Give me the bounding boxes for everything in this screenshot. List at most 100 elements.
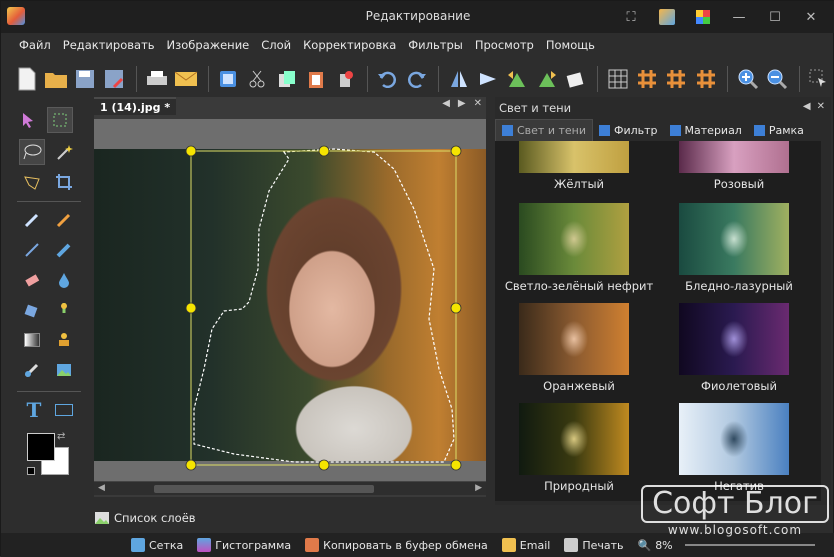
title-bar: Редактирование ⛶ — ☐ ✕ <box>1 1 834 33</box>
zoom-in-icon[interactable] <box>734 64 761 94</box>
effect-natural[interactable]: Природный <box>495 403 663 501</box>
tab-label: Рамка <box>768 123 804 137</box>
pen-tool-icon[interactable] <box>19 207 45 233</box>
tab-next-icon[interactable]: ▶ <box>458 98 466 109</box>
rotate-left-icon[interactable] <box>504 64 531 94</box>
email-button[interactable]: Email <box>501 538 550 552</box>
effect-label: Жёлтый <box>553 177 605 191</box>
apps-grid-icon[interactable] <box>685 5 721 29</box>
menu-file[interactable]: Файл <box>13 35 57 57</box>
tab-prev-icon[interactable]: ◀ <box>442 98 450 109</box>
panel-menu-icon[interactable]: ◀ <box>803 101 811 112</box>
zoom-out-icon[interactable] <box>764 64 791 94</box>
lasso-tool-icon[interactable] <box>19 139 45 165</box>
stamp-tool-icon[interactable] <box>51 327 77 353</box>
shape-rect-tool-icon[interactable] <box>51 397 77 423</box>
open-folder-icon[interactable] <box>42 64 69 94</box>
rotate-right-icon[interactable] <box>533 64 560 94</box>
rect-select-tool-icon[interactable] <box>47 107 73 133</box>
document-tab[interactable]: 1 (14).jpg * <box>94 97 177 115</box>
effect-label: Розовый <box>713 177 765 191</box>
menu-edit[interactable]: Редактировать <box>57 35 161 57</box>
save-icon[interactable] <box>72 64 99 94</box>
fill-bucket-tool-icon[interactable] <box>19 297 45 323</box>
skin-icon[interactable] <box>649 5 685 29</box>
maximize-button[interactable]: ☐ <box>757 5 793 29</box>
pointer-select-icon[interactable] <box>806 64 833 94</box>
cut-icon[interactable] <box>244 64 271 94</box>
effect-label: Природный <box>544 479 614 493</box>
crop-tool-icon[interactable] <box>51 169 77 195</box>
scroll-left-icon[interactable]: ◀ <box>98 483 105 493</box>
grid-toggle[interactable]: Сетка <box>131 538 183 552</box>
histogram-button[interactable]: Гистограмма <box>197 538 291 552</box>
tab-material-icon <box>669 124 681 136</box>
resize-icon[interactable] <box>562 64 589 94</box>
flip-horizontal-icon[interactable] <box>445 64 472 94</box>
grid-icon[interactable] <box>604 64 631 94</box>
tab-frame[interactable]: Рамка <box>748 119 810 141</box>
print-icon[interactable] <box>143 64 170 94</box>
swap-colors-icon[interactable]: ⇄ <box>57 431 65 442</box>
tab-label: Материал <box>684 123 742 137</box>
grid-orange-icon[interactable] <box>634 64 661 94</box>
menu-help[interactable]: Помощь <box>540 35 601 57</box>
clone-stamp-tool-icon[interactable] <box>51 297 77 323</box>
undo-icon[interactable] <box>374 64 401 94</box>
delete-icon[interactable] <box>331 64 358 94</box>
effect-pale-azure[interactable]: Бледно-лазурный <box>655 203 823 303</box>
tab-material[interactable]: Материал <box>664 119 748 141</box>
eraser-tool-icon[interactable] <box>19 267 45 293</box>
paste-icon[interactable] <box>302 64 329 94</box>
line-tool-icon[interactable] <box>19 237 45 263</box>
image-canvas[interactable] <box>94 119 486 481</box>
tab-close-icon[interactable]: ✕ <box>474 98 482 109</box>
save-as-icon[interactable] <box>101 64 128 94</box>
copy-clipboard-button[interactable]: Копировать в буфер обмена <box>305 538 488 552</box>
pointer-tool-icon[interactable] <box>15 107 41 133</box>
effect-label: Бледно-лазурный <box>685 279 793 293</box>
grid-orange-2-icon[interactable] <box>663 64 690 94</box>
layers-icon[interactable] <box>214 64 241 94</box>
copy-icon[interactable] <box>273 64 300 94</box>
effect-thumbnail <box>519 203 629 275</box>
brush-tool-icon[interactable] <box>51 237 77 263</box>
image-insert-tool-icon[interactable] <box>51 357 77 383</box>
menu-view[interactable]: Просмотр <box>469 35 540 57</box>
effect-violet[interactable]: Фиолетовый <box>655 303 823 403</box>
reset-colors-icon[interactable] <box>27 467 35 475</box>
effect-light-green-jade[interactable]: Светло-зелёный нефрит <box>495 203 663 303</box>
panel-scrollbar[interactable] <box>821 141 831 501</box>
print-button[interactable]: Печать <box>564 538 623 552</box>
flip-vertical-icon[interactable] <box>474 64 501 94</box>
effect-orange[interactable]: Оранжевый <box>495 303 663 403</box>
magic-wand-tool-icon[interactable] <box>51 139 77 165</box>
color-replace-tool-icon[interactable] <box>19 357 45 383</box>
scroll-thumb[interactable] <box>154 485 374 493</box>
scroll-right-icon[interactable]: ▶ <box>475 483 482 493</box>
polygon-lasso-tool-icon[interactable] <box>19 169 45 195</box>
new-file-icon[interactable] <box>13 64 40 94</box>
pencil-tool-icon[interactable] <box>51 207 77 233</box>
horizontal-scrollbar[interactable]: ◀ ▶ <box>94 481 486 495</box>
tab-filter[interactable]: Фильтр <box>593 119 664 141</box>
layers-list-bar[interactable]: Список слоёв <box>94 508 486 528</box>
email-icon[interactable] <box>172 64 199 94</box>
menu-filters[interactable]: Фильтры <box>402 35 469 57</box>
selection-overlay[interactable] <box>94 119 486 481</box>
grid-orange-3-icon[interactable] <box>692 64 719 94</box>
foreground-color-swatch[interactable] <box>27 433 55 461</box>
text-tool-icon[interactable]: T <box>21 397 47 423</box>
menu-image[interactable]: Изображение <box>161 35 256 57</box>
redo-icon[interactable] <box>403 64 430 94</box>
menu-adjust[interactable]: Корректировка <box>297 35 402 57</box>
menu-layer[interactable]: Слой <box>255 35 297 57</box>
layers-list-icon <box>95 512 109 524</box>
close-button[interactable]: ✕ <box>793 5 829 29</box>
tab-light-shadow[interactable]: Свет и тени <box>495 119 593 141</box>
fullscreen-icon[interactable]: ⛶ <box>613 5 649 29</box>
minimize-button[interactable]: — <box>721 5 757 29</box>
gradient-tool-icon[interactable] <box>19 327 45 353</box>
panel-close-icon[interactable]: ✕ <box>817 101 825 112</box>
blur-drop-tool-icon[interactable] <box>51 267 77 293</box>
